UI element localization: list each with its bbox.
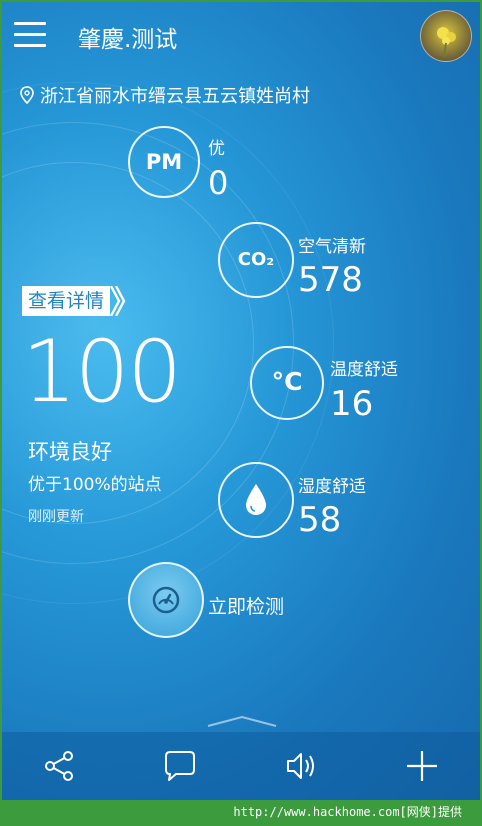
location-row[interactable]: 浙江省丽水市缙云县五云镇姓尚村 (20, 82, 310, 108)
chat-bubble-icon[interactable] (160, 746, 200, 786)
water-drop-icon (246, 484, 266, 515)
pull-up-handle-icon[interactable] (206, 714, 278, 728)
avatar[interactable] (420, 10, 472, 62)
speedometer-icon (152, 586, 180, 614)
environment-score: 100 (22, 322, 182, 422)
speaker-icon[interactable] (282, 746, 322, 786)
humidity-icon[interactable] (218, 462, 294, 538)
watermark: http://www.hackhome.com[网侠]提供 (233, 805, 462, 819)
double-chevron-right-icon (110, 286, 126, 316)
detect-now-label: 立即检测 (208, 596, 285, 618)
app-title: 肇慶.测试 (78, 27, 178, 53)
view-details-label: 查看详情 (22, 286, 111, 316)
location-text: 浙江省丽水市缙云县五云镇姓尚村 (40, 86, 310, 107)
environment-status: 环境良好 (28, 440, 112, 464)
view-details-button[interactable]: 查看详情 (22, 286, 126, 316)
humidity-value: 58 (298, 500, 342, 540)
co2-label: 空气清新 (298, 237, 366, 257)
temperature-icon-text: °C (271, 367, 303, 396)
co2-icon-text: CO₂ (237, 249, 275, 270)
pm-value: 0 (208, 164, 229, 202)
co2-icon[interactable]: CO₂ (218, 222, 294, 298)
temperature-label: 温度舒适 (330, 360, 398, 380)
detect-now-button[interactable] (128, 562, 204, 638)
temperature-value: 16 (330, 384, 374, 424)
pm-label: 优 (208, 139, 225, 159)
humidity-label: 湿度舒适 (298, 477, 366, 497)
hamburger-menu-icon[interactable] (14, 22, 46, 48)
temperature-icon[interactable]: °C (250, 346, 324, 420)
top-bar: 肇慶.测试 (2, 2, 480, 70)
location-pin-icon (20, 86, 34, 104)
bottom-nav (2, 732, 480, 800)
co2-value: 578 (298, 260, 363, 300)
pm-icon[interactable]: PM (128, 126, 200, 198)
share-icon[interactable] (40, 746, 80, 786)
pm-icon-text: PM (145, 150, 183, 174)
plus-icon[interactable] (402, 746, 442, 786)
rank-text: 优于100%的站点 (28, 475, 162, 495)
update-status: 刚刚更新 (28, 509, 84, 525)
app-screen: 肇慶.测试 浙江省丽水市缙云县五云镇姓尚村 PM 优 0 CO₂ 空气清新 57… (2, 2, 480, 800)
